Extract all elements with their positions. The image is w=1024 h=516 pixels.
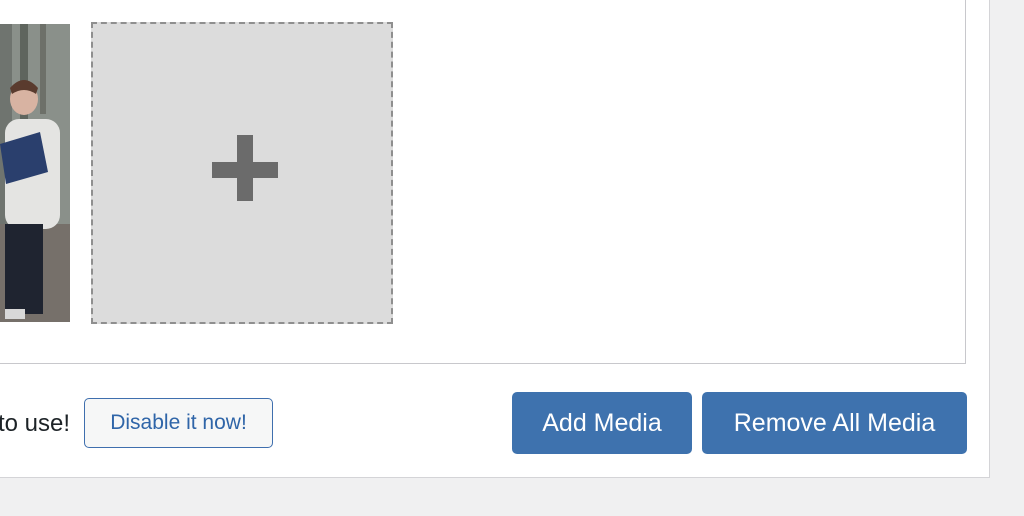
add-media-tile[interactable] (91, 22, 393, 324)
remove-all-media-button[interactable]: Remove All Media (702, 392, 967, 454)
add-media-button[interactable]: Add Media (512, 392, 692, 454)
disable-it-now-button[interactable]: Disable it now! (84, 398, 273, 448)
gallery-thumbnail[interactable] (0, 24, 70, 322)
notice-text: to use! (0, 410, 71, 437)
plus-icon-stem (237, 135, 253, 201)
